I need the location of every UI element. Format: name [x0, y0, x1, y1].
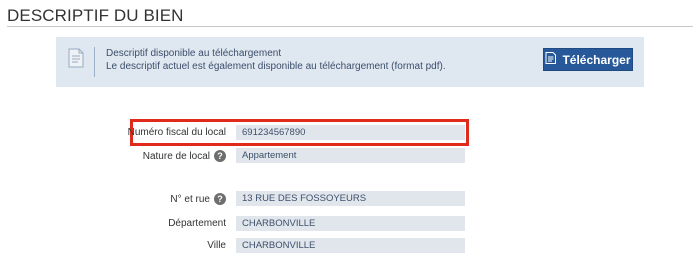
nature-local-value: Appartement [236, 148, 465, 163]
info-description: Le descriptif actuel est également dispo… [106, 61, 446, 72]
document-icon [68, 48, 84, 68]
field-row-ville: Ville CHARBONVILLE [0, 238, 700, 254]
field-label-text: Nature de local [142, 150, 210, 162]
info-heading: Descriptif disponible au téléchargement [106, 48, 282, 59]
help-icon[interactable]: ? [214, 150, 226, 162]
field-label-text: Ville [207, 240, 226, 251]
help-icon[interactable]: ? [214, 193, 226, 205]
numero-fiscal-value: 691234567890 [236, 125, 465, 140]
field-label: Numéro fiscal du local [128, 127, 226, 138]
field-label-text: Département [168, 218, 226, 229]
field-label-text: N° et rue [170, 193, 210, 205]
field-label: Ville [207, 240, 226, 251]
field-row-nature-local: Nature de local ? Appartement [0, 148, 700, 164]
ville-value: CHARBONVILLE [236, 238, 465, 253]
field-label: Département [168, 218, 226, 229]
title-divider [7, 26, 693, 27]
field-row-numero-fiscal: Numéro fiscal du local 691234567890 [0, 125, 700, 141]
info-divider [94, 47, 95, 77]
field-label: N° et rue ? [170, 193, 226, 205]
section-title: DESCRIPTIF DU BIEN [7, 6, 184, 25]
field-row-departement: Département CHARBONVILLE [0, 216, 700, 232]
departement-value: CHARBONVILLE [236, 216, 465, 231]
file-icon [545, 52, 557, 67]
download-button-label: Télécharger [562, 52, 631, 67]
download-button[interactable]: Télécharger [543, 48, 633, 71]
field-label: Nature de local ? [143, 150, 226, 162]
numero-rue-value: 13 RUE DES FOSSOYEURS [236, 191, 465, 206]
download-info-box: Descriptif disponible au téléchargement … [56, 37, 644, 87]
field-label-text: Numéro fiscal du local [127, 127, 226, 138]
field-row-numero-rue: N° et rue ? 13 RUE DES FOSSOYEURS [0, 191, 700, 207]
